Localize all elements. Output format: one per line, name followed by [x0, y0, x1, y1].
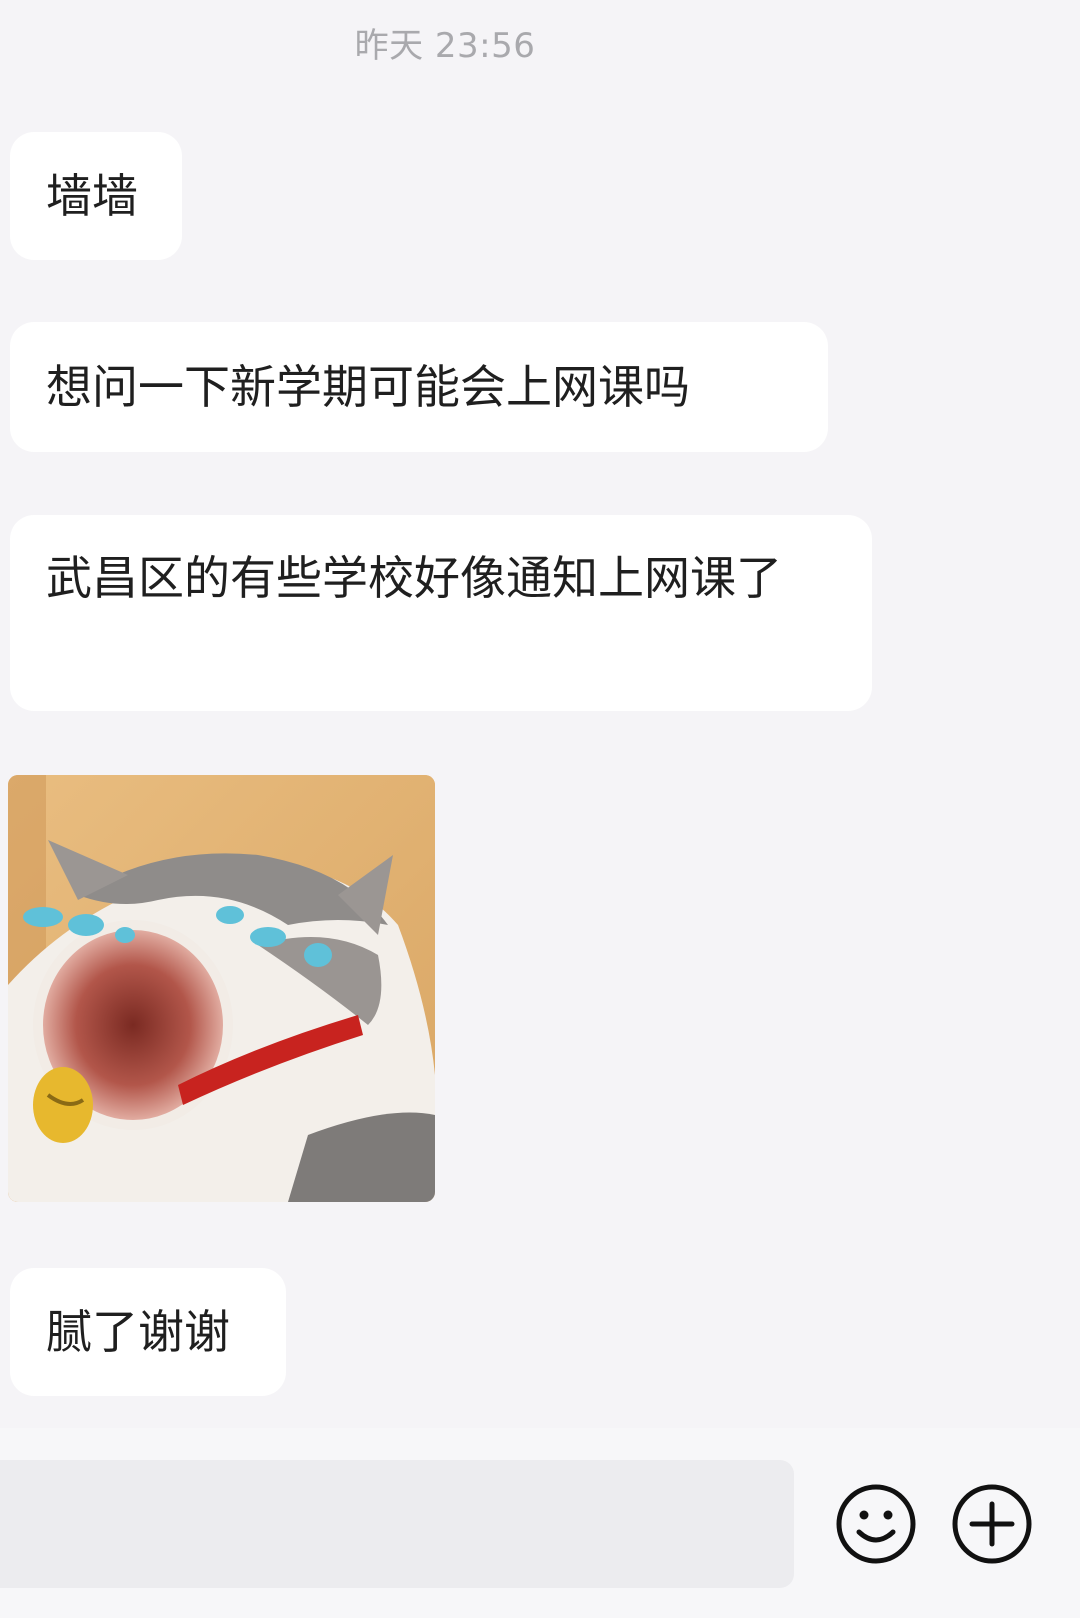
message-input[interactable] — [0, 1460, 794, 1588]
emoji-button[interactable] — [834, 1482, 918, 1566]
more-button[interactable] — [950, 1482, 1034, 1566]
input-bar — [0, 1428, 1080, 1618]
message-bubble[interactable]: 腻了谢谢 — [10, 1268, 286, 1396]
message-text: 武昌区的有些学校好像通知上网课了 — [46, 551, 782, 605]
smiley-face-icon — [836, 1484, 916, 1564]
message-bubble[interactable]: 武昌区的有些学校好像通知上网课了 — [10, 515, 872, 711]
crying-cat-sticker[interactable] — [8, 775, 435, 1202]
message-text: 想问一下新学期可能会上网课吗 — [46, 360, 690, 414]
message-text: 墙墙 — [46, 169, 138, 223]
crying-cat-image — [8, 775, 435, 1202]
message-bubble[interactable]: 墙墙 — [10, 132, 182, 260]
message-text: 腻了谢谢 — [46, 1305, 230, 1359]
message-timestamp: 昨天 23:56 — [354, 26, 536, 66]
plus-circle-icon — [952, 1484, 1032, 1564]
chat-area: 昨天 23:56 墙墙 想问一下新学期可能会上网课吗 武昌区的有些学校好像通知上… — [0, 0, 1080, 1428]
message-bubble[interactable]: 想问一下新学期可能会上网课吗 — [10, 322, 828, 452]
